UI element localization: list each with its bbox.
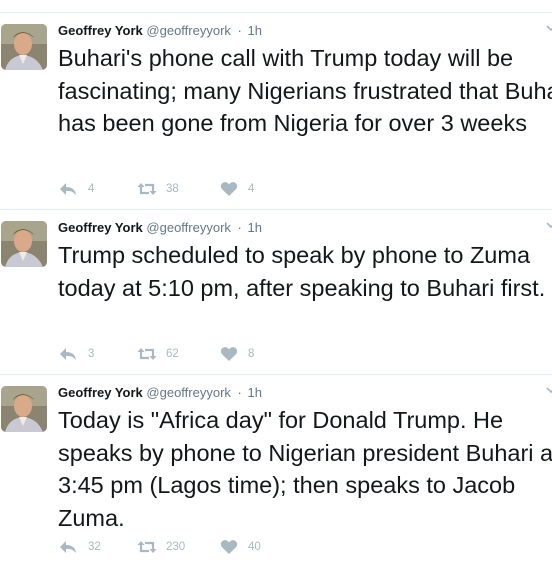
tweet[interactable]: Geoffrey York @geoffreyyork · 1h Buhari'… xyxy=(0,13,552,210)
author-handle[interactable]: @geoffreyyork xyxy=(146,220,231,235)
like-button[interactable]: 4 xyxy=(220,180,254,198)
author-handle[interactable]: @geoffreyyork xyxy=(146,385,231,400)
reply-button[interactable]: 3 xyxy=(58,345,94,363)
like-count: 40 xyxy=(248,541,261,553)
like-count: 4 xyxy=(248,183,255,195)
retweet-count: 230 xyxy=(166,541,186,553)
tweet[interactable]: Geoffrey York @geoffreyyork · 1h Trump s… xyxy=(0,210,552,375)
author-name[interactable]: Geoffrey York xyxy=(58,220,143,235)
author-handle[interactable]: @geoffreyyork xyxy=(146,23,231,38)
tweet-text: Buhari's phone call with Trump today wil… xyxy=(58,45,552,136)
timestamp[interactable]: 1h xyxy=(248,220,262,235)
tweet-text: Today is "Africa day" for Donald Trump. … xyxy=(58,407,552,531)
retweet-button[interactable]: 38 xyxy=(136,180,179,198)
heart-icon xyxy=(220,347,238,361)
separator: · xyxy=(237,385,242,400)
tweet-feed: Geoffrey York @geoffreyyork · 1h Buhari'… xyxy=(0,0,552,568)
author-name[interactable]: Geoffrey York xyxy=(58,385,143,400)
like-button[interactable]: 8 xyxy=(220,345,254,363)
reply-count: 3 xyxy=(88,348,95,360)
retweet-icon xyxy=(137,183,157,195)
reply-count: 32 xyxy=(88,541,101,553)
reply-button[interactable]: 32 xyxy=(58,538,101,556)
avatar-image xyxy=(1,221,47,267)
timestamp[interactable]: 1h xyxy=(248,23,262,38)
tweet-text: Trump scheduled to speak by phone to Zum… xyxy=(58,242,546,301)
retweet-count: 62 xyxy=(166,348,179,360)
heart-icon xyxy=(220,182,238,196)
avatar-image xyxy=(1,386,47,432)
retweet-button[interactable]: 62 xyxy=(136,345,179,363)
heart-icon xyxy=(220,540,238,554)
retweet-button[interactable]: 230 xyxy=(136,538,185,556)
like-count: 8 xyxy=(248,348,255,360)
reply-icon xyxy=(60,348,76,360)
separator: · xyxy=(237,220,242,235)
separator: · xyxy=(237,23,242,38)
like-button[interactable]: 40 xyxy=(220,538,261,556)
tweet-header: Geoffrey York @geoffreyyork · 1h xyxy=(58,219,262,237)
avatar[interactable] xyxy=(1,24,47,70)
avatar[interactable] xyxy=(1,221,47,267)
reply-icon xyxy=(60,183,76,195)
author-name[interactable]: Geoffrey York xyxy=(58,23,143,38)
timestamp[interactable]: 1h xyxy=(248,385,262,400)
chevron-down-icon[interactable] xyxy=(546,385,552,395)
tweet-header: Geoffrey York @geoffreyyork · 1h xyxy=(58,22,262,40)
chevron-down-icon[interactable] xyxy=(546,23,552,33)
avatar[interactable] xyxy=(1,386,47,432)
tweet-header: Geoffrey York @geoffreyyork · 1h xyxy=(58,384,262,402)
retweet-icon xyxy=(137,348,157,360)
chevron-down-icon[interactable] xyxy=(546,220,552,230)
tweet[interactable]: Geoffrey York @geoffreyyork · 1h Today i… xyxy=(0,375,552,568)
reply-count: 4 xyxy=(88,183,95,195)
reply-button[interactable]: 4 xyxy=(58,180,94,198)
retweet-icon xyxy=(137,541,157,553)
retweet-count: 38 xyxy=(166,183,179,195)
reply-icon xyxy=(60,541,76,553)
avatar-image xyxy=(1,24,47,70)
